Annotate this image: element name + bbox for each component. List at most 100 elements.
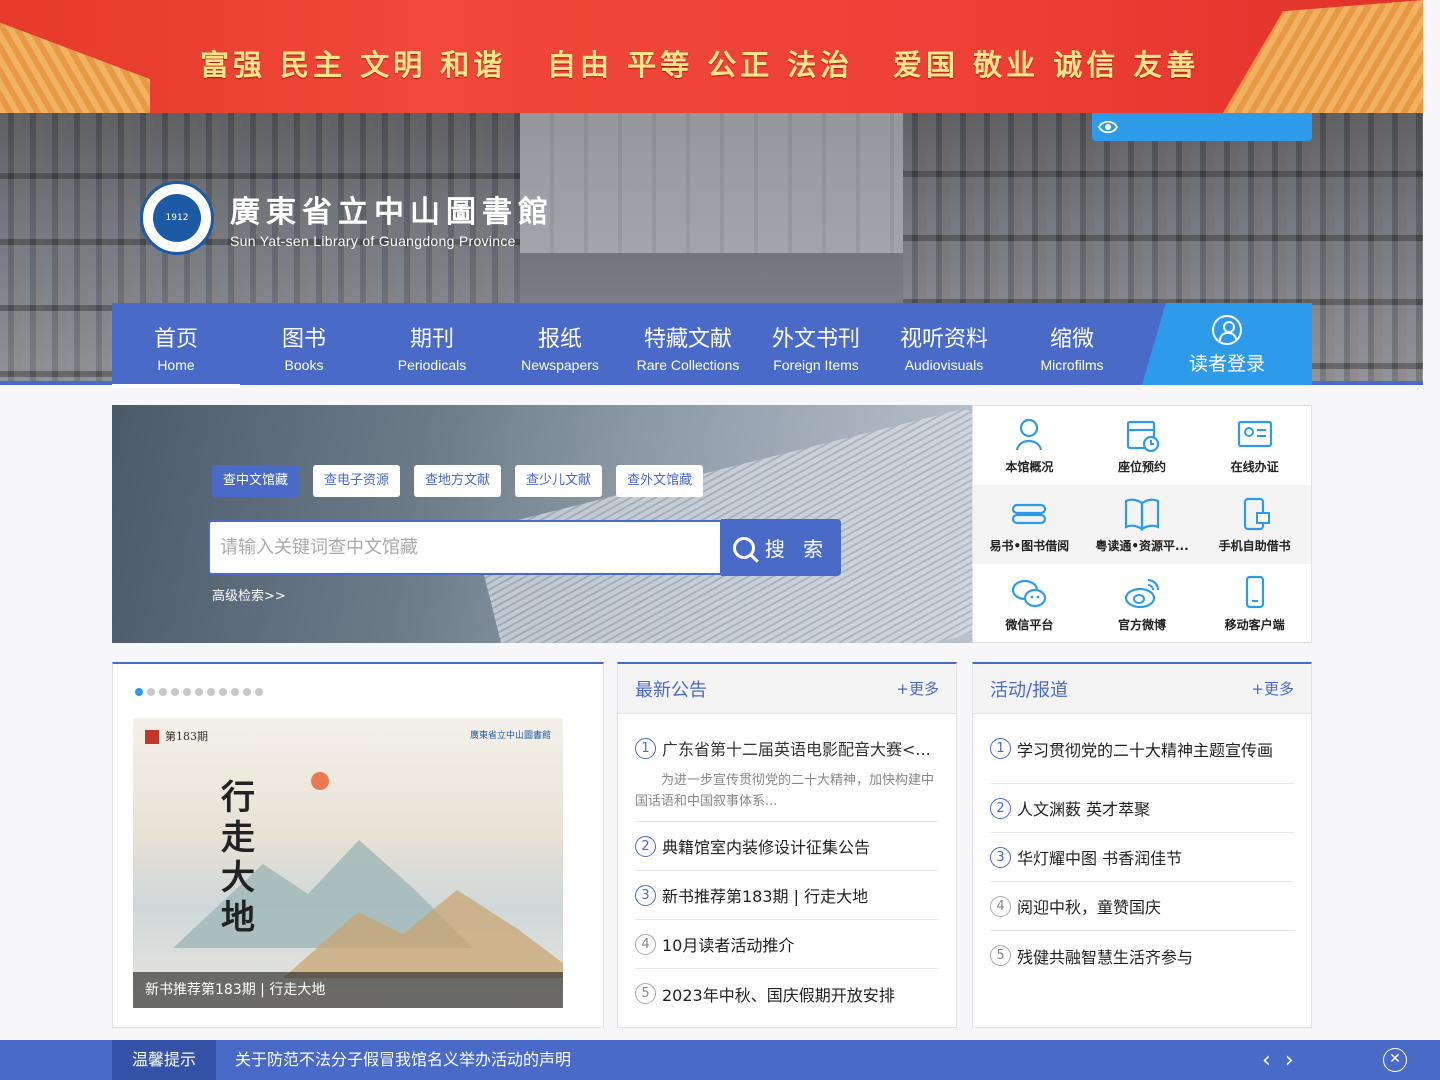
quick-link-label: 微信平台	[1005, 618, 1054, 632]
slogan-banner: 富强 民主 文明 和谐 自由 平等 公正 法治 爱国 敬业 诚信 友善	[0, 0, 1423, 113]
tip-label: 温馨提示	[112, 1040, 216, 1080]
nav-item-rare-collections[interactable]: 特藏文献 Rare Collections	[624, 303, 752, 385]
great-wall-decoration-right	[1223, 0, 1423, 113]
quick-link-self-checkout[interactable]: 手机自助借书	[1198, 485, 1311, 564]
list-item[interactable]: 1 学习贯彻党的二十大精神主题宣传画	[990, 714, 1294, 784]
reader-login-button[interactable]: 读者登录	[1142, 303, 1312, 385]
carousel-dot[interactable]	[207, 688, 215, 696]
nav-label-cn: 特藏文献	[643, 327, 732, 352]
library-seal-icon: 1912	[140, 181, 214, 255]
nav-label-en: Books	[284, 357, 324, 373]
feature-caption[interactable]: 新书推荐第183期 | 行走大地	[133, 972, 563, 1008]
search-tab-foreign[interactable]: 查外文馆藏	[616, 465, 704, 497]
quick-link-about[interactable]: 本馆概况	[973, 406, 1086, 485]
chevron-right-icon[interactable]: ›	[1285, 1048, 1294, 1073]
carousel-dot[interactable]	[255, 688, 263, 696]
quick-link-label: 本馆概况	[1005, 460, 1054, 474]
quick-link-label: 易书•图书借阅	[989, 539, 1070, 553]
quick-link-resource-platform[interactable]: 粤读通•资源平...	[1086, 485, 1199, 564]
weibo-icon	[1122, 574, 1162, 612]
carousel-dot[interactable]	[159, 688, 167, 696]
nav-item-newspapers[interactable]: 报纸 Newspapers	[496, 303, 624, 385]
list-item-title: 学习贯彻党的二十大精神主题宣传画	[1017, 740, 1274, 760]
quick-link-mobile-app[interactable]: 移动客户端	[1198, 564, 1311, 643]
list-number: 1	[635, 737, 656, 759]
library-mini-logo: 廣東省立中山圖書館	[469, 731, 551, 741]
feature-image[interactable]: 第183期 廣東省立中山圖書館 行走大地 新书推荐第183期 | 行走大地	[133, 718, 563, 1008]
chevron-left-icon[interactable]: ‹	[1262, 1048, 1271, 1073]
carousel-dot[interactable]	[147, 688, 155, 696]
list-item[interactable]: 3 华灯耀中图 书香润佳节	[990, 833, 1294, 882]
list-item[interactable]: 1 广东省第十二届英语电影配音大赛<... 为进一步宣传贯彻党的二十大精神，加快构…	[635, 714, 939, 822]
list-item-title: 阅迎中秋，童赞国庆	[1017, 898, 1162, 917]
list-item-summary: 为进一步宣传贯彻党的二十大精神，加快构建中国话语和中国叙事体系...	[635, 773, 935, 809]
search-tabs: 查中文馆藏 查电子资源 查地方文献 查少儿文献 查外文馆藏	[212, 465, 704, 497]
nav-item-books[interactable]: 图书 Books	[240, 303, 368, 385]
accessibility-toggle[interactable]	[1092, 113, 1312, 141]
list-number: 4	[635, 933, 656, 955]
search-tab-local[interactable]: 查地方文献	[414, 465, 502, 497]
carousel-dot[interactable]	[243, 688, 251, 696]
reader-login-label: 读者登录	[1188, 353, 1265, 375]
mobile-icon	[1235, 574, 1275, 612]
list-item[interactable]: 2 典籍馆室内装修设计征集公告	[635, 822, 939, 871]
list-number: 2	[635, 835, 656, 857]
list-item[interactable]: 2 人文渊薮 英才萃聚	[990, 784, 1294, 833]
list-item-title: 人文渊薮 英才萃聚	[1017, 800, 1151, 819]
close-icon[interactable]: ✕	[1383, 1048, 1407, 1072]
open-book-icon	[1122, 495, 1162, 533]
list-item-title: 广东省第十二届英语电影配音大赛<...	[662, 740, 931, 759]
quick-link-seat-booking[interactable]: 座位预约	[1086, 406, 1199, 485]
site-logo[interactable]: 1912 廣東省立中山圖書館 Sun Yat-sen Library of Gu…	[140, 181, 554, 255]
search-input[interactable]: 请输入关键词查中文馆藏	[208, 520, 722, 575]
nav-label-en: Rare Collections	[636, 357, 740, 373]
nav-item-microfilms[interactable]: 缩微 Microfilms	[1008, 303, 1136, 385]
quick-link-wechat[interactable]: 微信平台	[973, 564, 1086, 643]
slogan-1: 富强 民主 文明 和谐	[200, 48, 507, 82]
nav-item-home[interactable]: 首页 Home	[112, 303, 240, 388]
list-number: 4	[990, 895, 1011, 917]
nav-label-cn: 缩微	[1049, 327, 1094, 352]
nav-item-audiovisuals[interactable]: 视听资料 Audiovisuals	[880, 303, 1008, 385]
carousel-dot[interactable]	[171, 688, 179, 696]
quick-link-label: 粤读通•资源平...	[1095, 539, 1189, 553]
list-item[interactable]: 4 10月读者活动推介	[635, 920, 939, 969]
search-tab-chinese[interactable]: 查中文馆藏	[212, 465, 300, 497]
search-tab-eresources[interactable]: 查电子资源	[313, 465, 401, 497]
nav-label-en: Newspapers	[521, 357, 599, 373]
list-item[interactable]: 3 新书推荐第183期 | 行走大地	[635, 871, 939, 920]
list-item[interactable]: 5 残健共融智慧生活齐参与	[990, 931, 1294, 980]
quick-links-grid: 本馆概况 座位预约 在线办证 易书•图书借阅 粤读通•资源平... 手机自助借书…	[972, 405, 1312, 643]
carousel-dot[interactable]	[195, 688, 203, 696]
list-number: 3	[635, 884, 656, 906]
more-link[interactable]: +更多	[1251, 678, 1294, 699]
search-button[interactable]: 搜 索	[721, 519, 841, 576]
list-item[interactable]: 4 阅迎中秋，童赞国庆	[990, 882, 1294, 931]
list-item[interactable]: 5 2023年中秋、国庆假期开放安排	[635, 969, 939, 1018]
quick-link-online-card[interactable]: 在线办证	[1198, 406, 1311, 485]
carousel-dot[interactable]	[219, 688, 227, 696]
nav-label-cn: 图书	[281, 327, 326, 352]
carousel-dot[interactable]	[183, 688, 191, 696]
person-icon	[1009, 416, 1049, 454]
nav-item-periodicals[interactable]: 期刊 Periodicals	[368, 303, 496, 385]
tip-message-link[interactable]: 关于防范不法分子假冒我馆名义举办活动的声明	[235, 1040, 571, 1080]
advanced-search-link[interactable]: 高级检索>>	[212, 585, 286, 604]
nav-label-cn: 期刊	[409, 327, 454, 352]
more-link[interactable]: +更多	[896, 678, 939, 699]
list-number: 1	[990, 738, 1011, 759]
search-tab-children[interactable]: 查少儿文献	[515, 465, 603, 497]
sun-illustration	[311, 772, 329, 790]
tip-pager: ‹ ›	[1262, 1048, 1294, 1073]
nav-label-en: Home	[157, 357, 195, 373]
card-header: 活动/报道 +更多	[973, 664, 1311, 714]
list-item-title: 典籍馆室内装修设计征集公告	[662, 838, 871, 857]
logo-name-cn: 廣東省立中山圖書館	[230, 195, 554, 230]
books-icon	[1009, 495, 1049, 533]
carousel-dot[interactable]	[135, 688, 143, 696]
id-card-icon	[1235, 416, 1275, 454]
carousel-dot[interactable]	[231, 688, 239, 696]
quick-link-weibo[interactable]: 官方微博	[1086, 564, 1199, 643]
quick-link-book-borrow[interactable]: 易书•图书借阅	[973, 485, 1086, 564]
nav-item-foreign-items[interactable]: 外文书刊 Foreign Items	[752, 303, 880, 385]
